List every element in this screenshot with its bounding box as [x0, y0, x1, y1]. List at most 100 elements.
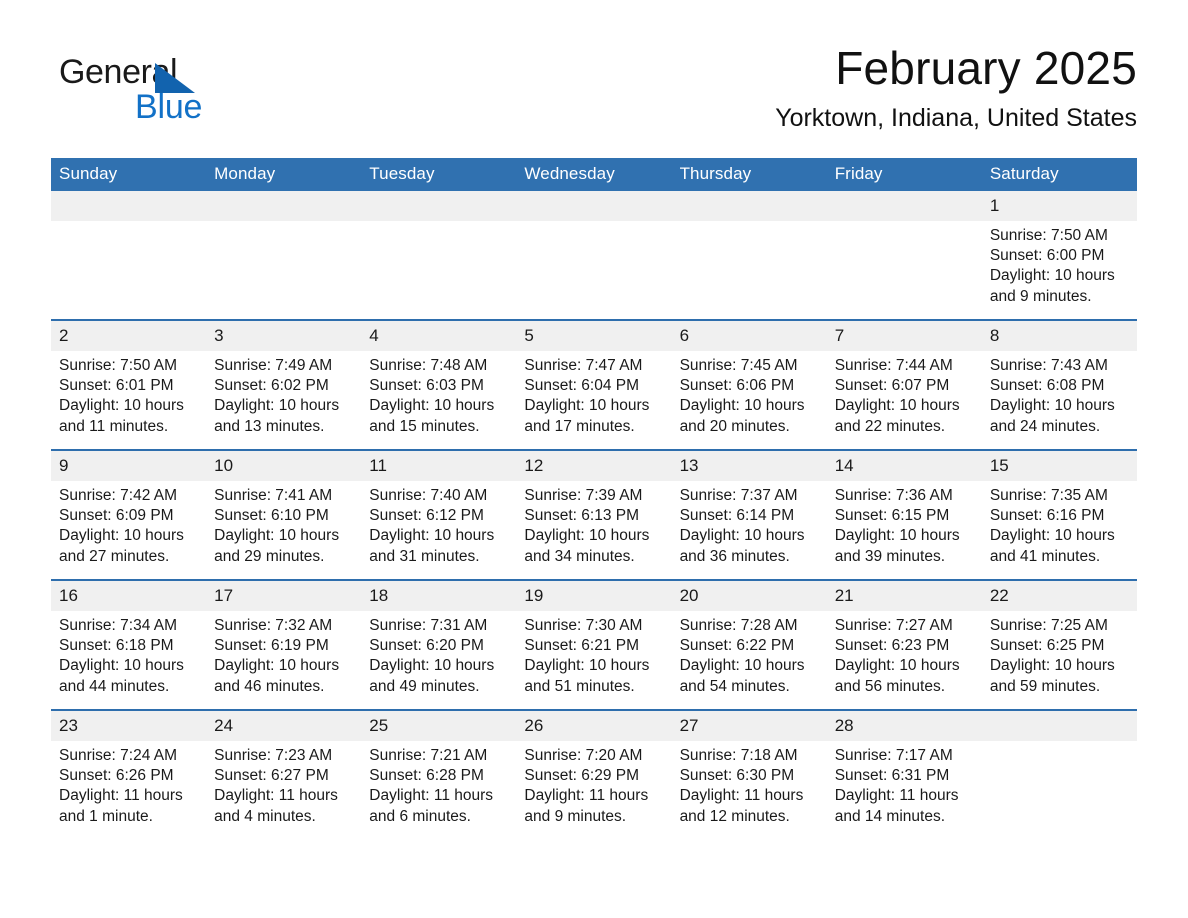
day-details: Sunrise: 7:24 AM Sunset: 6:26 PM Daylight:…	[51, 741, 206, 827]
calendar-day-cell[interactable]: 13 Sunrise: 7:37 AM Sunset: 6:14 PM Dayligh…	[671, 449, 827, 580]
daylight-text-line1: Daylight: 10 hours	[989, 657, 1115, 675]
calendar-day-cell[interactable]: 24 Sunrise: 7:23 AM Sunset: 6:27 PM Dayligh…	[206, 709, 362, 839]
calendar-day-cell[interactable]: 18 Sunrise: 7:31 AM Sunset: 6:20 PM Dayligh…	[361, 579, 517, 710]
day-cell-content: 6 Sunrise: 7:45 AM Sunset: 6:06 PM Daylight…	[671, 321, 827, 449]
sunset-text: Sunset: 6:07 PM	[834, 377, 950, 395]
sunrise-text: Sunrise: 7:41 AM	[214, 487, 333, 504]
calendar-day-cell[interactable]: 7 Sunrise: 7:44 AM Sunset: 6:07 PM Daylight…	[826, 319, 982, 450]
sunrise-text: Sunrise: 7:27 AM	[834, 617, 953, 634]
calendar-day-cell[interactable]: 9 Sunrise: 7:42 AM Sunset: 6:09 PM Daylight…	[51, 449, 207, 580]
day-number: 3	[206, 321, 362, 351]
day-number: 17	[206, 581, 362, 611]
weekday-header-wednesday: Wednesday	[516, 158, 672, 191]
calendar-day-cell[interactable]: 28 Sunrise: 7:17 AM Sunset: 6:31 PM Dayligh…	[826, 709, 982, 839]
calendar-day-cell[interactable]: 14 Sunrise: 7:36 AM Sunset: 6:15 PM Dayligh…	[826, 449, 982, 580]
daylight-text-line2: and 20 minutes.	[679, 417, 790, 435]
day-number: 21	[826, 581, 982, 611]
daylight-text-line1: Daylight: 11 hours	[59, 787, 183, 805]
daylight-text-line2: and 59 minutes.	[989, 677, 1101, 695]
day-details: Sunrise: 7:21 AM Sunset: 6:28 PM Daylight:…	[361, 741, 516, 827]
day-cell-content	[361, 191, 517, 319]
daylight-text-line1: Daylight: 10 hours	[524, 527, 650, 545]
calendar-day-cell[interactable]: 26 Sunrise: 7:20 AM Sunset: 6:29 PM Dayligh…	[516, 709, 672, 839]
sunrise-text: Sunrise: 7:21 AM	[369, 747, 488, 764]
daylight-text-line2: and 4 minutes.	[214, 807, 316, 825]
calendar-day-cell[interactable]: 15 Sunrise: 7:35 AM Sunset: 6:16 PM Dayligh…	[981, 449, 1137, 580]
day-cell-content: 8 Sunrise: 7:43 AM Sunset: 6:08 PM Daylight…	[981, 321, 1137, 449]
day-cell-content: 11 Sunrise: 7:40 AM Sunset: 6:12 PM Dayligh…	[361, 451, 517, 579]
calendar-day-cell[interactable]: 12 Sunrise: 7:39 AM Sunset: 6:13 PM Dayligh…	[516, 449, 672, 580]
sunrise-text: Sunrise: 7:32 AM	[214, 617, 333, 634]
sunrise-text: Sunrise: 7:37 AM	[679, 487, 798, 504]
day-cell-content: 18 Sunrise: 7:31 AM Sunset: 6:20 PM Dayligh…	[361, 581, 517, 709]
sunrise-text: Sunrise: 7:50 AM	[989, 227, 1108, 244]
calendar-day-cell[interactable]: 17 Sunrise: 7:32 AM Sunset: 6:19 PM Dayligh…	[206, 579, 362, 710]
sunset-text: Sunset: 6:09 PM	[59, 507, 174, 525]
daylight-text-line1: Daylight: 11 hours	[679, 787, 804, 805]
day-number: 4	[361, 321, 517, 351]
sunset-text: Sunset: 6:04 PM	[524, 377, 640, 395]
day-cell-content: 14 Sunrise: 7:36 AM Sunset: 6:15 PM Dayligh…	[826, 451, 982, 579]
day-details: Sunrise: 7:30 AM Sunset: 6:21 PM Daylight:…	[516, 611, 671, 697]
calendar-day-cell[interactable]: 3 Sunrise: 7:49 AM Sunset: 6:02 PM Daylight…	[206, 319, 362, 450]
day-number: 7	[826, 321, 982, 351]
daylight-text-line2: and 51 minutes.	[524, 677, 635, 695]
calendar-day-cell[interactable]: 8 Sunrise: 7:43 AM Sunset: 6:08 PM Daylight…	[981, 319, 1137, 450]
day-number: 12	[516, 451, 672, 481]
sunset-text: Sunset: 6:19 PM	[214, 637, 329, 655]
daylight-text-line2: and 9 minutes.	[989, 287, 1092, 305]
day-number: 28	[826, 711, 982, 741]
day-cell-content: 3 Sunrise: 7:49 AM Sunset: 6:02 PM Daylight…	[206, 321, 362, 449]
day-cell-content: 24 Sunrise: 7:23 AM Sunset: 6:27 PM Dayligh…	[206, 711, 362, 839]
sunrise-text: Sunrise: 7:35 AM	[989, 487, 1108, 504]
day-details: Sunrise: 7:48 AM Sunset: 6:03 PM Daylight:…	[361, 351, 516, 437]
sunset-text: Sunset: 6:29 PM	[524, 767, 640, 785]
day-details: Sunrise: 7:41 AM Sunset: 6:10 PM Daylight:…	[206, 481, 361, 567]
calendar-day-cell[interactable]: 4 Sunrise: 7:48 AM Sunset: 6:03 PM Daylight…	[361, 319, 517, 450]
calendar-empty-cell	[206, 191, 362, 320]
daylight-text-line1: Daylight: 10 hours	[989, 267, 1115, 285]
calendar-day-cell[interactable]: 23 Sunrise: 7:24 AM Sunset: 6:26 PM Dayligh…	[51, 709, 207, 839]
calendar-day-cell[interactable]: 10 Sunrise: 7:41 AM Sunset: 6:10 PM Dayligh…	[206, 449, 362, 580]
sunset-text: Sunset: 6:22 PM	[679, 637, 795, 655]
day-cell-content: 16 Sunrise: 7:34 AM Sunset: 6:18 PM Dayligh…	[51, 581, 207, 709]
calendar-day-cell[interactable]: 6 Sunrise: 7:45 AM Sunset: 6:06 PM Daylight…	[671, 319, 827, 450]
day-cell-content: 23 Sunrise: 7:24 AM Sunset: 6:26 PM Dayligh…	[51, 711, 207, 839]
sunrise-text: Sunrise: 7:47 AM	[524, 357, 643, 374]
calendar-day-cell[interactable]: 21 Sunrise: 7:27 AM Sunset: 6:23 PM Dayligh…	[826, 579, 982, 710]
general-blue-logo[interactable]: General Blue	[59, 52, 319, 128]
calendar-day-cell[interactable]: 19 Sunrise: 7:30 AM Sunset: 6:21 PM Dayligh…	[516, 579, 672, 710]
calendar-day-cell[interactable]: 27 Sunrise: 7:18 AM Sunset: 6:30 PM Dayligh…	[671, 709, 827, 839]
weekday-header-sunday: Sunday	[51, 158, 207, 191]
daylight-text-line2: and 44 minutes.	[59, 677, 170, 695]
calendar-week-row: 23 Sunrise: 7:24 AM Sunset: 6:26 PM Dayligh…	[51, 709, 1137, 839]
day-cell-content: 7 Sunrise: 7:44 AM Sunset: 6:07 PM Daylight…	[826, 321, 982, 449]
calendar-day-cell[interactable]: 16 Sunrise: 7:34 AM Sunset: 6:18 PM Dayligh…	[51, 579, 207, 710]
calendar-day-cell[interactable]: 1 Sunrise: 7:50 AM Sunset: 6:00 PM Daylight…	[981, 191, 1137, 320]
day-details: Sunrise: 7:18 AM Sunset: 6:30 PM Daylight:…	[672, 741, 827, 827]
calendar-day-cell[interactable]: 5 Sunrise: 7:47 AM Sunset: 6:04 PM Daylight…	[516, 319, 672, 450]
calendar-day-cell[interactable]: 25 Sunrise: 7:21 AM Sunset: 6:28 PM Dayligh…	[361, 709, 517, 839]
daylight-text-line1: Daylight: 10 hours	[679, 527, 805, 545]
calendar-day-cell[interactable]: 22 Sunrise: 7:25 AM Sunset: 6:25 PM Dayligh…	[981, 579, 1137, 710]
daylight-text-line2: and 12 minutes.	[679, 807, 790, 825]
day-number	[206, 191, 362, 221]
day-cell-content: 5 Sunrise: 7:47 AM Sunset: 6:04 PM Daylight…	[516, 321, 672, 449]
calendar-day-cell[interactable]: 2 Sunrise: 7:50 AM Sunset: 6:01 PM Daylight…	[51, 319, 207, 450]
daylight-text-line1: Daylight: 10 hours	[214, 527, 340, 545]
sunset-text: Sunset: 6:28 PM	[369, 767, 484, 785]
day-number: 14	[826, 451, 982, 481]
day-number: 18	[361, 581, 517, 611]
daylight-text-line1: Daylight: 11 hours	[834, 787, 959, 805]
daylight-text-line2: and 22 minutes.	[834, 417, 945, 435]
location-subtitle: Yorktown, Indiana, United States	[775, 104, 1137, 132]
calendar-day-cell[interactable]: 20 Sunrise: 7:28 AM Sunset: 6:22 PM Dayligh…	[671, 579, 827, 710]
sunrise-text: Sunrise: 7:40 AM	[369, 487, 488, 504]
calendar-day-cell[interactable]: 11 Sunrise: 7:40 AM Sunset: 6:12 PM Dayligh…	[361, 449, 517, 580]
day-number: 20	[671, 581, 827, 611]
day-number: 11	[361, 451, 517, 481]
sunset-text: Sunset: 6:16 PM	[989, 507, 1105, 525]
sunrise-text: Sunrise: 7:18 AM	[679, 747, 798, 764]
calendar-empty-cell	[981, 709, 1137, 839]
sunrise-text: Sunrise: 7:20 AM	[524, 747, 643, 764]
